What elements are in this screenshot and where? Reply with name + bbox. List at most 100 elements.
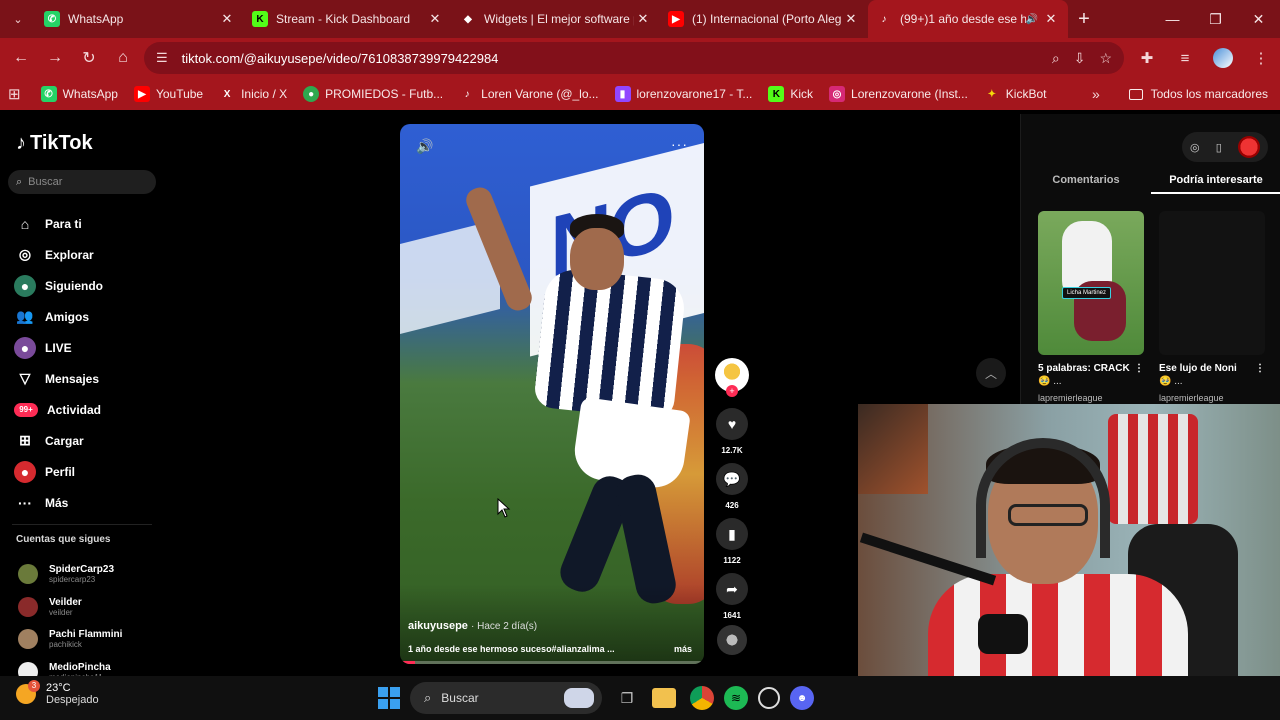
profile-avatar[interactable] <box>1213 48 1233 68</box>
share-button[interactable]: ➦ 1641 <box>712 573 752 623</box>
bookmark-instagram[interactable]: ◎ Lorenzovarone (Inst... <box>829 86 968 102</box>
minimize-icon[interactable]: — <box>1151 0 1194 38</box>
bookmark-tiktok[interactable]: ♪ Loren Varone (@_lo... <box>459 86 599 102</box>
more-bookmarks-icon[interactable]: » <box>1092 78 1100 110</box>
close-tab-icon[interactable]: ✕ <box>426 11 444 27</box>
friends-icon: 👥 <box>16 308 34 324</box>
new-tab-button[interactable]: + <box>1068 8 1100 31</box>
more-options-icon[interactable]: ⋮ <box>1134 363 1144 374</box>
save-button[interactable]: ▮ 1122 <box>712 518 752 568</box>
tab-whatsapp[interactable]: ✆ WhatsApp ✕ <box>36 0 244 38</box>
weather-widget[interactable]: 3 23°C Despejado <box>16 680 99 706</box>
tab-podria-interesarte[interactable]: Podría interesarte <box>1151 170 1280 194</box>
search-input[interactable]: ⌕ Buscar <box>8 170 156 194</box>
tab-search-chevron-icon[interactable]: ⌄ <box>0 0 36 38</box>
video-progress-bar[interactable] <box>400 661 704 664</box>
home-icon[interactable]: ⌂ <box>106 41 140 75</box>
url-text[interactable]: tiktok.com/@aikuyusepe/video/76108387399… <box>182 51 499 66</box>
previous-video-button[interactable]: ︿ <box>976 358 1006 388</box>
compass-icon[interactable]: ◎ <box>1190 141 1200 154</box>
more-options-icon[interactable]: ⋮ <box>1255 363 1265 374</box>
bookmark-youtube[interactable]: ▶ YouTube <box>133 86 203 102</box>
close-tab-icon[interactable]: ✕ <box>218 11 236 27</box>
zoom-icon[interactable]: ⌕ <box>1052 50 1060 67</box>
card-caption: Ese lujo de Noni ⋮ <box>1159 363 1265 374</box>
address-bar[interactable]: ☰ tiktok.com/@aikuyusepe/video/761083873… <box>144 42 1124 74</box>
obs-icon[interactable] <box>758 687 780 709</box>
restore-icon[interactable]: ❐ <box>1194 0 1237 38</box>
media-controls-icon[interactable]: ≡ <box>1166 50 1204 67</box>
tab-kick-dashboard[interactable]: K Stream - Kick Dashboard ✕ <box>244 0 452 38</box>
music-disc-icon[interactable] <box>717 625 747 655</box>
tiktok-logo[interactable]: ♪ TikTok <box>16 132 93 155</box>
install-app-icon[interactable]: ⇩ <box>1074 50 1086 67</box>
back-icon[interactable]: ← <box>4 41 38 75</box>
sidebar-item-siguiendo[interactable]: ● Siguiendo <box>14 270 103 301</box>
more-link[interactable]: más <box>674 644 692 654</box>
phone-icon[interactable]: ▯ <box>1216 141 1222 154</box>
video-author[interactable]: aikuyusepe · Hace 2 día(s) <box>408 620 537 632</box>
messages-icon: ▽ <box>19 370 31 386</box>
sidebar-item-actividad[interactable]: 99+ Actividad <box>14 394 103 425</box>
bookmark-kickbot[interactable]: ✦ KickBot <box>984 86 1047 102</box>
bookmark-kick[interactable]: K Kick <box>768 86 813 102</box>
suggested-video-card[interactable]: Ese lujo de Noni ⋮ 🥹 ... lapremierleague <box>1159 211 1265 403</box>
reload-icon[interactable]: ↻ <box>72 41 106 75</box>
avatar[interactable] <box>1237 136 1260 158</box>
tab-title: Stream - Kick Dashboard <box>276 12 411 26</box>
sidebar-item-perfil[interactable]: ● Perfil <box>14 456 103 487</box>
comment-button[interactable]: 💬 426 <box>712 463 752 513</box>
twitch-icon: ▮ <box>614 86 631 102</box>
spotify-icon[interactable]: ≋ <box>724 686 748 710</box>
extensions-icon[interactable]: ✚ <box>1128 49 1166 67</box>
site-info-icon[interactable]: ☰ <box>156 50 168 66</box>
bookmark-star-icon[interactable]: ☆ <box>1099 50 1112 67</box>
bookmark-x[interactable]: X Inicio / X <box>219 86 287 102</box>
sidebar-item-mensajes[interactable]: ▽ Mensajes <box>14 363 103 394</box>
sidebar-item-cargar[interactable]: ⊞ Cargar <box>14 425 103 456</box>
follow-plus-icon[interactable]: + <box>726 385 738 397</box>
card-channel[interactable]: lapremierleague <box>1038 393 1144 403</box>
discord-icon[interactable]: ☻ <box>790 686 814 710</box>
apps-grid-icon[interactable]: ⊞ <box>8 85 21 103</box>
volume-icon[interactable]: 🔊 <box>416 138 433 155</box>
video-player[interactable]: NO 🔊 ··· aikuyusepe · Hace 2 día(s) 1 añ… <box>400 124 704 664</box>
suggested-video-card[interactable]: Licha Martinez 5 palabras: CRACK ⋮ 🥹 ... … <box>1038 211 1144 403</box>
following-item[interactable]: Pachi Flammini pachikick <box>18 623 122 656</box>
weather-condition: Despejado <box>46 694 99 706</box>
taskbar-search[interactable]: ⌕ Buscar <box>410 682 602 714</box>
card-channel[interactable]: lapremierleague <box>1159 393 1265 403</box>
following-item[interactable]: SpiderCarp23 spidercarp23 <box>18 558 122 591</box>
sidebar-item-explorar[interactable]: ◎ Explorar <box>14 239 103 270</box>
tab-widgets[interactable]: ◆ Widgets | El mejor software para... ✕ <box>452 0 660 38</box>
close-tab-icon[interactable]: ✕ <box>634 11 652 27</box>
chrome-icon[interactable] <box>690 686 714 710</box>
more-options-icon[interactable]: ··· <box>671 136 688 152</box>
tab-youtube-internacional[interactable]: ▶ (1) Internacional (Porto Alegre) ✕ <box>660 0 868 38</box>
all-bookmarks-button[interactable]: Todos los marcadores <box>1128 78 1268 110</box>
close-tab-icon[interactable]: ✕ <box>842 11 860 27</box>
bookmark-whatsapp[interactable]: ✆ WhatsApp <box>40 86 118 102</box>
youtube-icon: ▶ <box>133 86 150 102</box>
following-item[interactable]: Veilder veilder <box>18 591 122 624</box>
sidebar-item-live[interactable]: ● LIVE <box>14 332 103 363</box>
windows-start-icon[interactable] <box>378 687 400 709</box>
tab-comentarios[interactable]: Comentarios <box>1021 170 1151 194</box>
close-tab-icon[interactable]: ✕ <box>1042 11 1060 27</box>
sidebar-item-para-ti[interactable]: ⌂ Para ti <box>14 208 103 239</box>
task-view-icon[interactable]: ❐ <box>612 683 642 713</box>
sidebar-item-amigos[interactable]: 👥 Amigos <box>14 301 103 332</box>
bookmark-twitch[interactable]: ▮ lorenzovarone17 - T... <box>614 86 752 102</box>
speaker-icon[interactable]: 🔊 <box>1026 14 1038 25</box>
bookmark-promiedos[interactable]: ● PROMIEDOS - Futb... <box>303 86 443 102</box>
following-name: Pachi Flammini <box>49 629 123 641</box>
creator-avatar[interactable]: + <box>715 358 749 397</box>
caption-text: Ese lujo de Noni <box>1159 363 1237 374</box>
close-window-icon[interactable]: ✕ <box>1237 0 1280 38</box>
forward-icon[interactable]: → <box>38 41 72 75</box>
file-explorer-icon[interactable] <box>652 688 676 708</box>
browser-menu-icon[interactable]: ⋮ <box>1242 49 1280 67</box>
tab-tiktok-active[interactable]: ♪ (99+)1 año desde ese he 🔊 ✕ <box>868 0 1068 38</box>
like-button[interactable]: ♥ 12.7K <box>712 408 752 458</box>
sidebar-item-mas[interactable]: ··· Más <box>14 487 103 518</box>
